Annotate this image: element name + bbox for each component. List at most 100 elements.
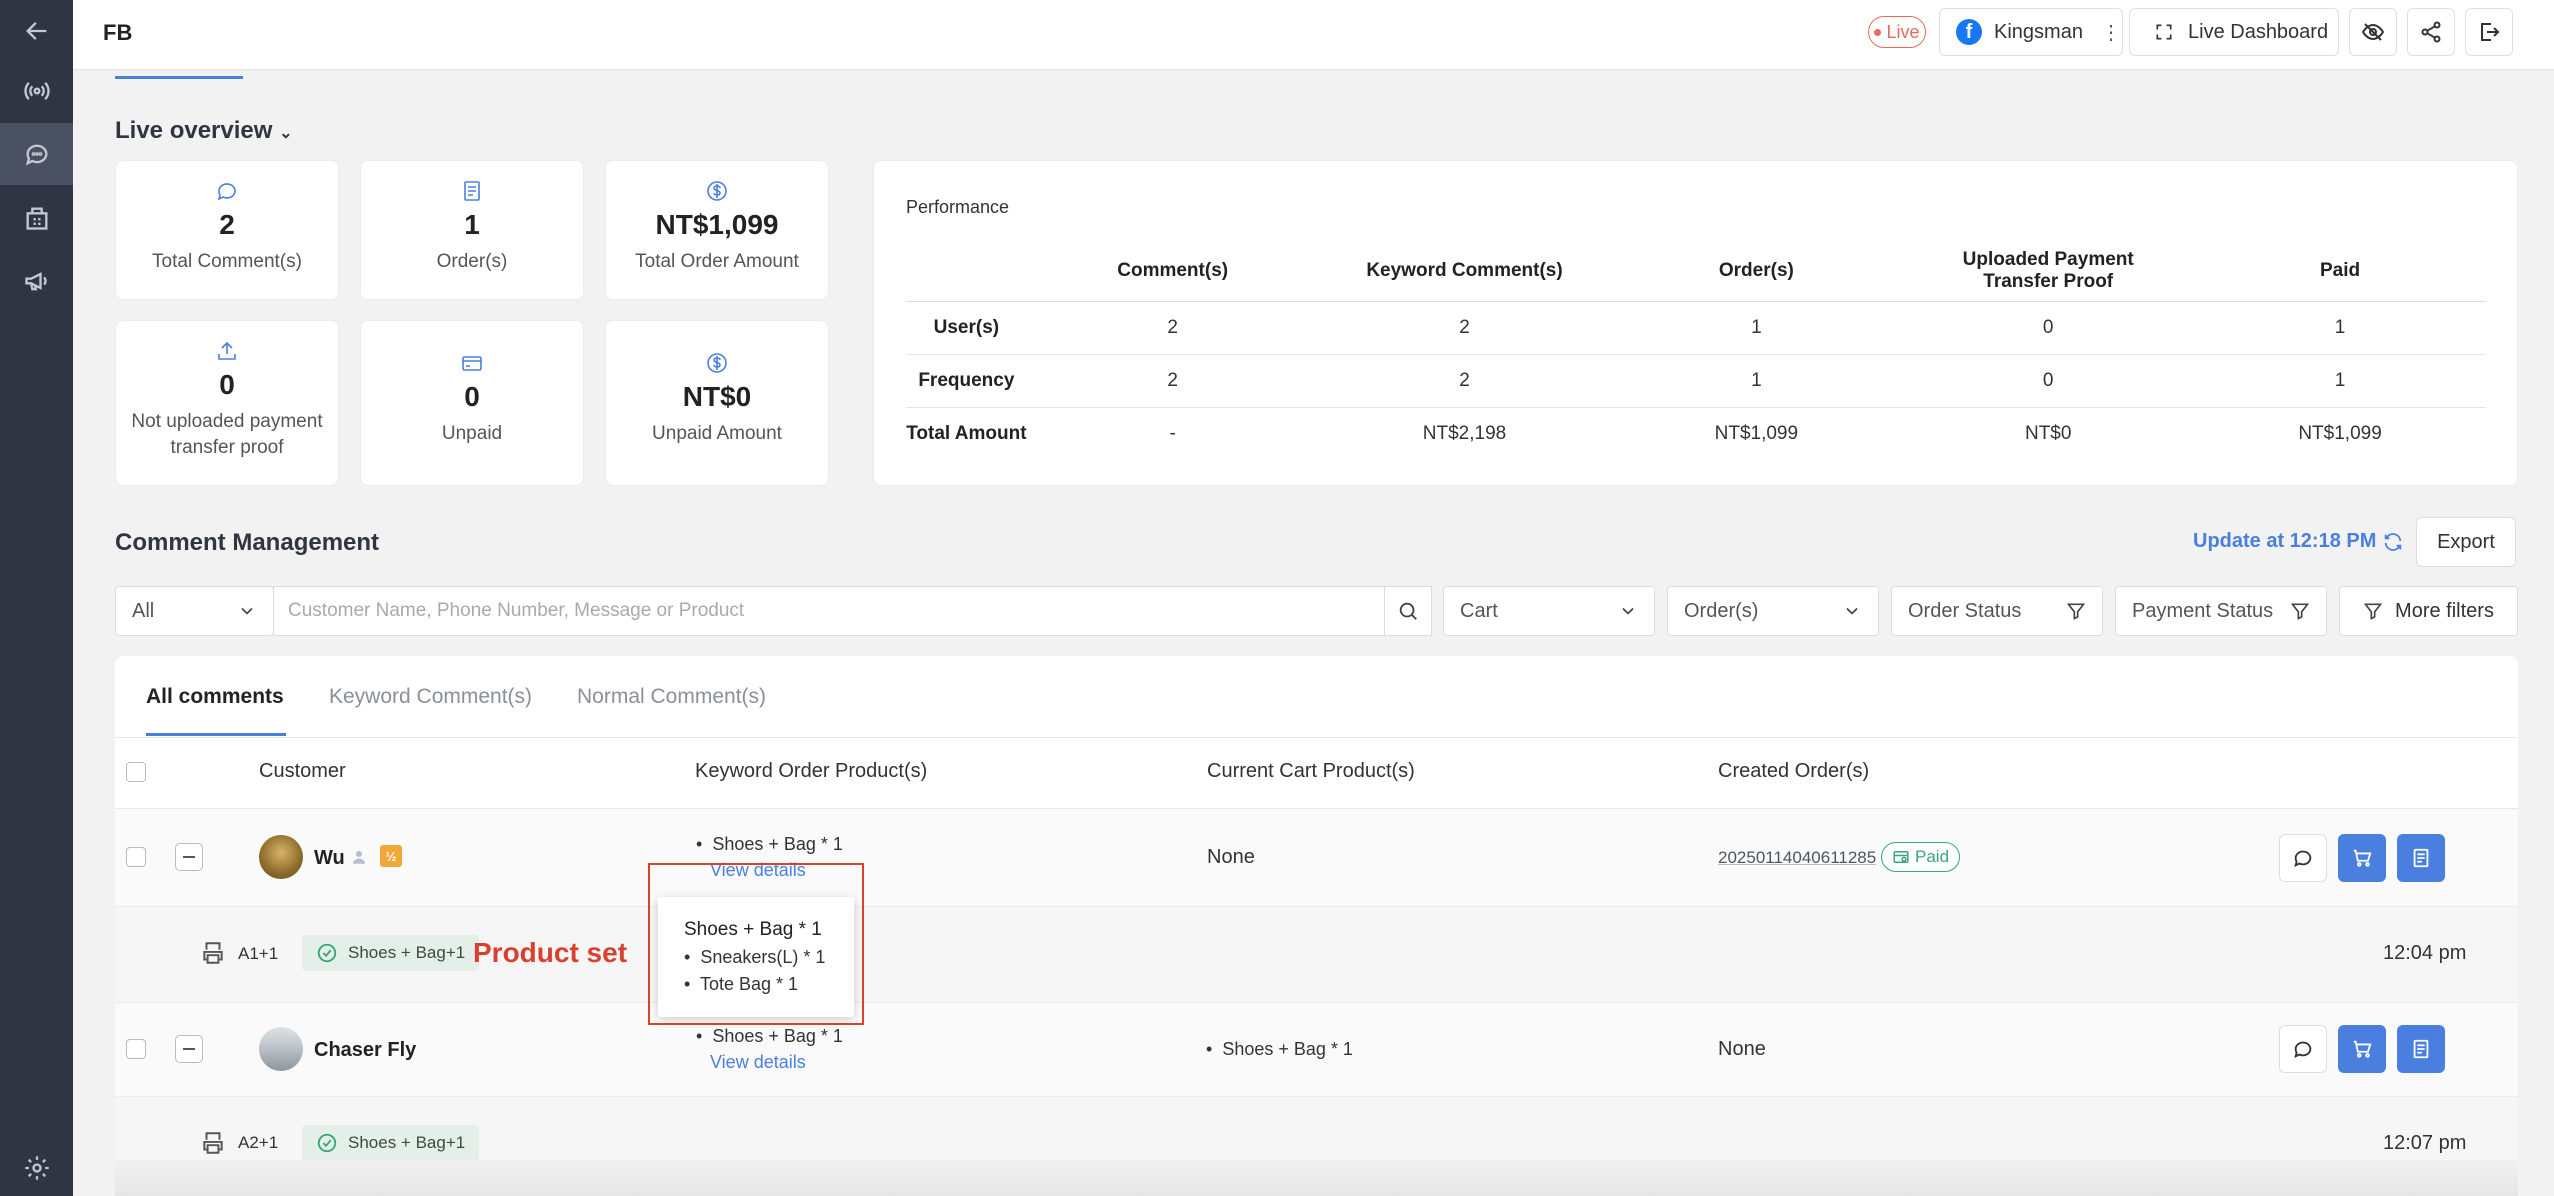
order-number-link[interactable]: 20250114040611285 — [1718, 848, 1876, 868]
page-title: FB — [103, 20, 133, 45]
annotation-highlight-box — [648, 863, 864, 1025]
message-button[interactable] — [2279, 834, 2327, 882]
add-to-cart-button[interactable] — [2338, 834, 2386, 882]
chevron-down-icon: ⌄ — [279, 125, 293, 142]
live-dot-icon — [1874, 28, 1882, 36]
order-status-filter[interactable]: Order Status — [1891, 586, 2103, 636]
live-overview-title[interactable]: Live overview ⌄ — [115, 117, 293, 145]
share-icon — [2421, 21, 2441, 43]
customer-name[interactable]: Chaser Fly — [314, 1039, 416, 1062]
exit-button[interactable] — [2465, 8, 2513, 56]
tab-keyword-comments[interactable]: Keyword Comment(s) — [329, 685, 532, 709]
stat-label: Total Comment(s) — [152, 251, 302, 272]
performance-cell: NT$1,099 — [1714, 422, 1799, 444]
live-status-badge: Live — [1868, 16, 1926, 48]
refresh-icon — [2385, 532, 2402, 551]
performance-header-blank — [906, 241, 1027, 302]
performance-header: Keyword Comment(s) — [1318, 241, 1611, 302]
payment-status-filter[interactable]: Payment Status — [2115, 586, 2327, 636]
inventory-icon[interactable] — [0, 187, 73, 249]
share-button[interactable] — [2407, 8, 2455, 56]
keyword-product-text: Shoes + Bag * 1 — [712, 1026, 843, 1046]
keyword-product-item: • Shoes + Bag * 1 — [696, 834, 843, 854]
create-order-button[interactable] — [2397, 834, 2445, 882]
tab-all-comments[interactable]: All comments — [146, 685, 284, 709]
collapse-toggle[interactable] — [175, 1035, 203, 1063]
performance-cell: 2 — [1026, 301, 1319, 355]
filter-funnel-icon — [2363, 603, 2383, 620]
facebook-page-selector[interactable]: f Kingsman ⋮ — [1939, 8, 2123, 56]
performance-title: Performance — [906, 197, 1010, 217]
more-filters-button[interactable]: More filters — [2339, 586, 2518, 636]
active-tab-indicator — [146, 733, 286, 736]
collapse-toggle[interactable] — [175, 843, 203, 871]
comment-time: 12:04 pm — [2383, 942, 2467, 964]
cart-icon — [2353, 1040, 2372, 1058]
hide-button[interactable] — [2349, 8, 2397, 56]
order-status-label: Order Status — [1908, 599, 2022, 622]
performance-row: User(s) 2 2 1 0 1 — [906, 301, 2486, 355]
broadcast-icon[interactable] — [0, 60, 73, 122]
performance-cell: NT$2,198 — [1422, 422, 1507, 444]
chevron-down-icon — [1622, 607, 1634, 615]
search-button[interactable] — [1384, 586, 1432, 636]
create-order-button[interactable] — [2397, 1025, 2445, 1073]
performance-cell: 1 — [2194, 354, 2486, 408]
row-checkbox[interactable] — [126, 847, 146, 867]
more-vertical-icon[interactable]: ⋮ — [2101, 20, 2121, 45]
orders-filter-select[interactable]: Order(s) — [1667, 586, 1879, 636]
select-all-checkbox[interactable] — [126, 762, 146, 782]
customer-name[interactable]: Wu — [314, 847, 345, 870]
settings-gear-icon[interactable] — [0, 1137, 73, 1196]
megaphone-icon[interactable] — [0, 250, 73, 312]
cart-products-cell: None — [1207, 846, 1255, 868]
performance-cell: 2 — [1318, 301, 1611, 355]
add-to-cart-button[interactable] — [2338, 1025, 2386, 1073]
back-arrow-icon[interactable] — [0, 0, 73, 62]
vip-badge-icon: ½ — [380, 845, 402, 867]
export-button[interactable]: Export — [2416, 517, 2516, 567]
top-bar: FB Live f Kingsman ⋮ Live Dashboard — [73, 0, 2554, 70]
keyword-product-text: Shoes + Bag * 1 — [712, 834, 843, 854]
payment-icon — [1893, 851, 1909, 863]
check-circle-icon — [317, 1133, 337, 1153]
chat-icon[interactable] — [0, 123, 73, 185]
filter-funnel-icon — [2066, 603, 2086, 620]
comment-time: 12:07 pm — [2383, 1132, 2467, 1154]
tab-normal-comments[interactable]: Normal Comment(s) — [577, 685, 766, 709]
filter-funnel-icon — [2290, 603, 2310, 620]
live-dashboard-button[interactable]: Live Dashboard — [2129, 8, 2339, 56]
column-header-customer: Customer — [259, 760, 346, 782]
performance-panel: Performance Comment(s) Keyword Comment(s… — [873, 160, 2518, 486]
performance-cell: NT$0 — [2024, 422, 2072, 444]
column-header-keyword-products: Keyword Order Product(s) — [695, 760, 928, 782]
stat-value: NT$0 — [682, 381, 752, 412]
cart-icon — [2353, 849, 2372, 867]
printer-icon[interactable] — [200, 1130, 226, 1161]
stat-value: 1 — [464, 209, 480, 240]
message-button[interactable] — [2279, 1025, 2327, 1073]
column-header-cart-products: Current Cart Product(s) — [1207, 760, 1415, 782]
facebook-logo-icon: f — [1956, 19, 1982, 45]
user-icon — [353, 851, 365, 864]
search-input[interactable] — [273, 586, 1385, 636]
performance-row: Total Amount - NT$2,198 NT$1,099 NT$0 NT… — [906, 407, 2486, 460]
printer-icon[interactable] — [200, 940, 226, 971]
update-refresh-link[interactable]: Update at 12:18 PM — [2193, 530, 2404, 553]
row-checkbox[interactable] — [126, 1039, 146, 1059]
chat-icon — [2294, 850, 2312, 868]
keyword-tag-label: Shoes + Bag+1 — [348, 943, 466, 962]
order-receipt-icon — [2413, 1039, 2429, 1059]
performance-cell: NT$1,099 — [2298, 422, 2382, 444]
scope-select[interactable]: All — [115, 586, 274, 636]
live-dashboard-label: Live Dashboard — [2188, 20, 2329, 43]
update-label: Update at 12:18 PM — [2193, 530, 2377, 552]
exit-icon — [2481, 23, 2500, 41]
cart-filter-select[interactable]: Cart — [1443, 586, 1655, 636]
performance-cell: 2 — [1026, 354, 1319, 408]
chevron-down-icon — [1846, 607, 1858, 615]
performance-header: Comment(s) — [1026, 241, 1319, 302]
paid-status-label: Paid — [1915, 847, 1950, 866]
view-details-link[interactable]: View details — [710, 1052, 806, 1073]
page-name: Kingsman — [1994, 20, 2083, 43]
